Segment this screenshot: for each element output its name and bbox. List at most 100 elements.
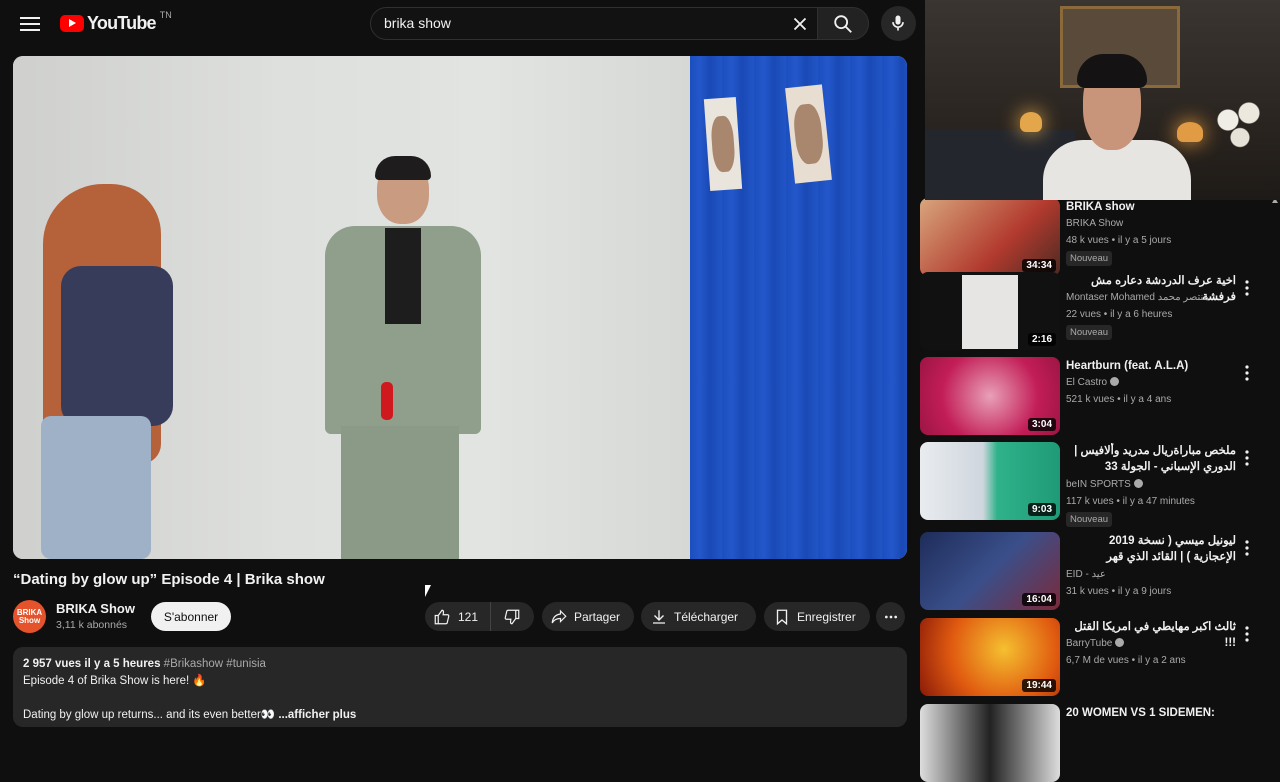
save-button[interactable]: Enregistrer xyxy=(764,602,870,631)
verified-icon xyxy=(1133,479,1143,488)
video-thumbnail[interactable]: 9:03 xyxy=(920,442,1060,520)
video-thumbnail[interactable]: 34:34 xyxy=(920,198,1060,276)
webcam-overlay xyxy=(925,0,1280,200)
search-box xyxy=(370,7,818,40)
view-count: 2 957 vues xyxy=(23,658,82,670)
channel-name[interactable]: EID - عيد xyxy=(1066,569,1106,580)
like-button[interactable]: 121 xyxy=(425,602,491,631)
more-horizontal-icon xyxy=(884,615,897,618)
video-thumbnail[interactable]: 19:44 xyxy=(920,618,1060,696)
channel-name[interactable]: Montaser Mohamed منتصر محمد xyxy=(1066,292,1209,303)
channel-name-text: beIN SPORTS xyxy=(1066,479,1131,490)
recommended-video[interactable]: 2:16 اخية عرف الدردشة دعاره مش فرفشة Mon… xyxy=(920,272,1260,352)
close-icon[interactable] xyxy=(789,13,811,35)
description-box[interactable]: 2 957 vues il y a 5 heures #Brikashow #t… xyxy=(13,647,907,727)
video-title[interactable]: 20 WOMEN VS 1 SIDEMEN: xyxy=(1066,705,1256,721)
search-button[interactable] xyxy=(817,7,869,40)
description-text: Dating by glow up returns... and its eve… xyxy=(23,709,279,721)
new-badge: Nouveau xyxy=(1066,325,1113,340)
video-meta: 48 k vues • il y a 5 jours xyxy=(1066,235,1172,246)
recommended-video[interactable]: 34:34 BRIKA show BRIKA Show 48 k vues • … xyxy=(920,198,1260,278)
streamer-hair xyxy=(1077,54,1147,88)
thumbs-down-icon xyxy=(504,609,520,624)
man-shirt xyxy=(385,228,421,324)
like-count: 121 xyxy=(458,609,479,624)
recommended-video[interactable]: 3:04 Heartburn (feat. A.L.A) El Castro 5… xyxy=(920,357,1260,437)
menu-icon[interactable] xyxy=(18,12,42,36)
channel-name[interactable]: BRIKA Show xyxy=(56,601,135,616)
share-button[interactable]: Partager xyxy=(542,602,634,631)
new-badge: Nouveau xyxy=(1066,251,1113,266)
channel-avatar[interactable]: BRIKA Show xyxy=(13,600,46,633)
upload-age: il y a 5 heures xyxy=(84,658,161,670)
video-thumbnail[interactable] xyxy=(920,704,1060,782)
woman-jeans xyxy=(41,416,151,559)
more-actions-button[interactable] xyxy=(876,602,905,631)
more-vertical-icon[interactable] xyxy=(1242,538,1252,558)
video-meta: 521 k vues • il y a 4 ans xyxy=(1066,394,1172,405)
video-player[interactable] xyxy=(13,56,907,559)
video-meta: 22 vues • il y a 6 heures xyxy=(1066,309,1173,320)
video-thumbnail[interactable]: 2:16 xyxy=(920,272,1060,350)
description-meta: 2 957 vues il y a 5 heures #Brikashow #t… xyxy=(23,656,897,673)
red-bottle xyxy=(381,382,393,420)
video-title[interactable]: BRIKA show xyxy=(1066,199,1236,215)
like-dislike-group: 121 xyxy=(425,602,534,631)
more-vertical-icon[interactable] xyxy=(1242,363,1252,383)
description-line: Episode 4 of Brika Show is here! 🔥 xyxy=(23,675,207,687)
bookmark-icon xyxy=(776,609,788,625)
channel-name[interactable]: El Castro xyxy=(1066,377,1120,388)
more-vertical-icon[interactable] xyxy=(1242,448,1252,468)
channel-name[interactable]: beIN SPORTS xyxy=(1066,479,1143,490)
duration-badge: 16:04 xyxy=(1022,593,1056,606)
man-hair xyxy=(375,156,431,180)
pinned-photo xyxy=(703,96,743,192)
show-more-link[interactable]: ...afficher plus xyxy=(278,709,356,721)
woman-top xyxy=(61,266,173,426)
logo-text: YouTube xyxy=(87,13,157,33)
more-vertical-icon[interactable] xyxy=(1242,278,1252,298)
save-label: Enregistrer xyxy=(797,609,856,624)
thumbs-up-icon xyxy=(434,609,450,624)
video-meta: 6,7 M de vues • il y a 2 ans xyxy=(1066,655,1186,666)
voice-search-button[interactable] xyxy=(881,6,916,41)
recommended-video[interactable]: 19:44 ثالث اكبر مهايطي في امريكا القتل !… xyxy=(920,618,1260,698)
hashtags[interactable]: #Brikashow #tunisia xyxy=(164,658,266,670)
duration-badge: 3:04 xyxy=(1027,418,1056,431)
duration-badge: 2:16 xyxy=(1027,333,1056,346)
recommended-video[interactable]: 16:04 ليونيل ميسي ( نسخة 2019 الإعجازية … xyxy=(920,532,1260,612)
channel-name[interactable]: BRIKA Show xyxy=(1066,218,1123,229)
duration-badge: 34:34 xyxy=(1022,259,1056,272)
youtube-play-icon xyxy=(60,15,84,32)
microphone-icon xyxy=(892,15,904,31)
recommended-video[interactable]: 9:03 ملخص مباراةريال مدريد وألافيس | الد… xyxy=(920,442,1260,527)
duration-badge: 9:03 xyxy=(1027,503,1056,516)
video-meta: 117 k vues • il y a 47 minutes xyxy=(1066,496,1195,507)
channel-name-text: El Castro xyxy=(1066,377,1108,388)
share-label: Partager xyxy=(574,609,621,624)
video-thumbnail[interactable]: 16:04 xyxy=(920,532,1060,610)
new-badge: Nouveau xyxy=(1066,512,1113,527)
channel-name-text: BarryTube xyxy=(1066,638,1113,649)
youtube-logo[interactable]: YouTube TN xyxy=(60,9,172,34)
dislike-button[interactable] xyxy=(491,602,533,631)
video-meta: 31 k vues • il y a 9 jours xyxy=(1066,586,1172,597)
lamp xyxy=(1177,122,1203,142)
video-title[interactable]: ملخص مباراةريال مدريد وألافيس | الدوري ا… xyxy=(1066,443,1236,475)
download-label: Télécharger xyxy=(674,609,739,624)
video-title[interactable]: ليونيل ميسي ( نسخة 2019 الإعجازية ) | ال… xyxy=(1066,533,1236,565)
subscribe-button[interactable]: S'abonner xyxy=(151,602,231,631)
duration-badge: 19:44 xyxy=(1022,679,1056,692)
search-icon xyxy=(834,15,852,33)
more-vertical-icon[interactable] xyxy=(1242,624,1252,644)
video-title[interactable]: Heartburn (feat. A.L.A) xyxy=(1066,358,1236,374)
video-thumbnail[interactable]: 3:04 xyxy=(920,357,1060,435)
top-bar: YouTube TN xyxy=(0,0,925,48)
country-code: TN xyxy=(159,9,172,20)
recommended-video[interactable]: 20 WOMEN VS 1 SIDEMEN: xyxy=(920,704,1260,782)
man-trousers xyxy=(341,426,459,559)
search-input[interactable] xyxy=(384,15,784,31)
verified-icon xyxy=(1110,377,1120,386)
download-button[interactable]: Télécharger xyxy=(641,602,756,631)
channel-name[interactable]: BarryTube xyxy=(1066,638,1125,649)
